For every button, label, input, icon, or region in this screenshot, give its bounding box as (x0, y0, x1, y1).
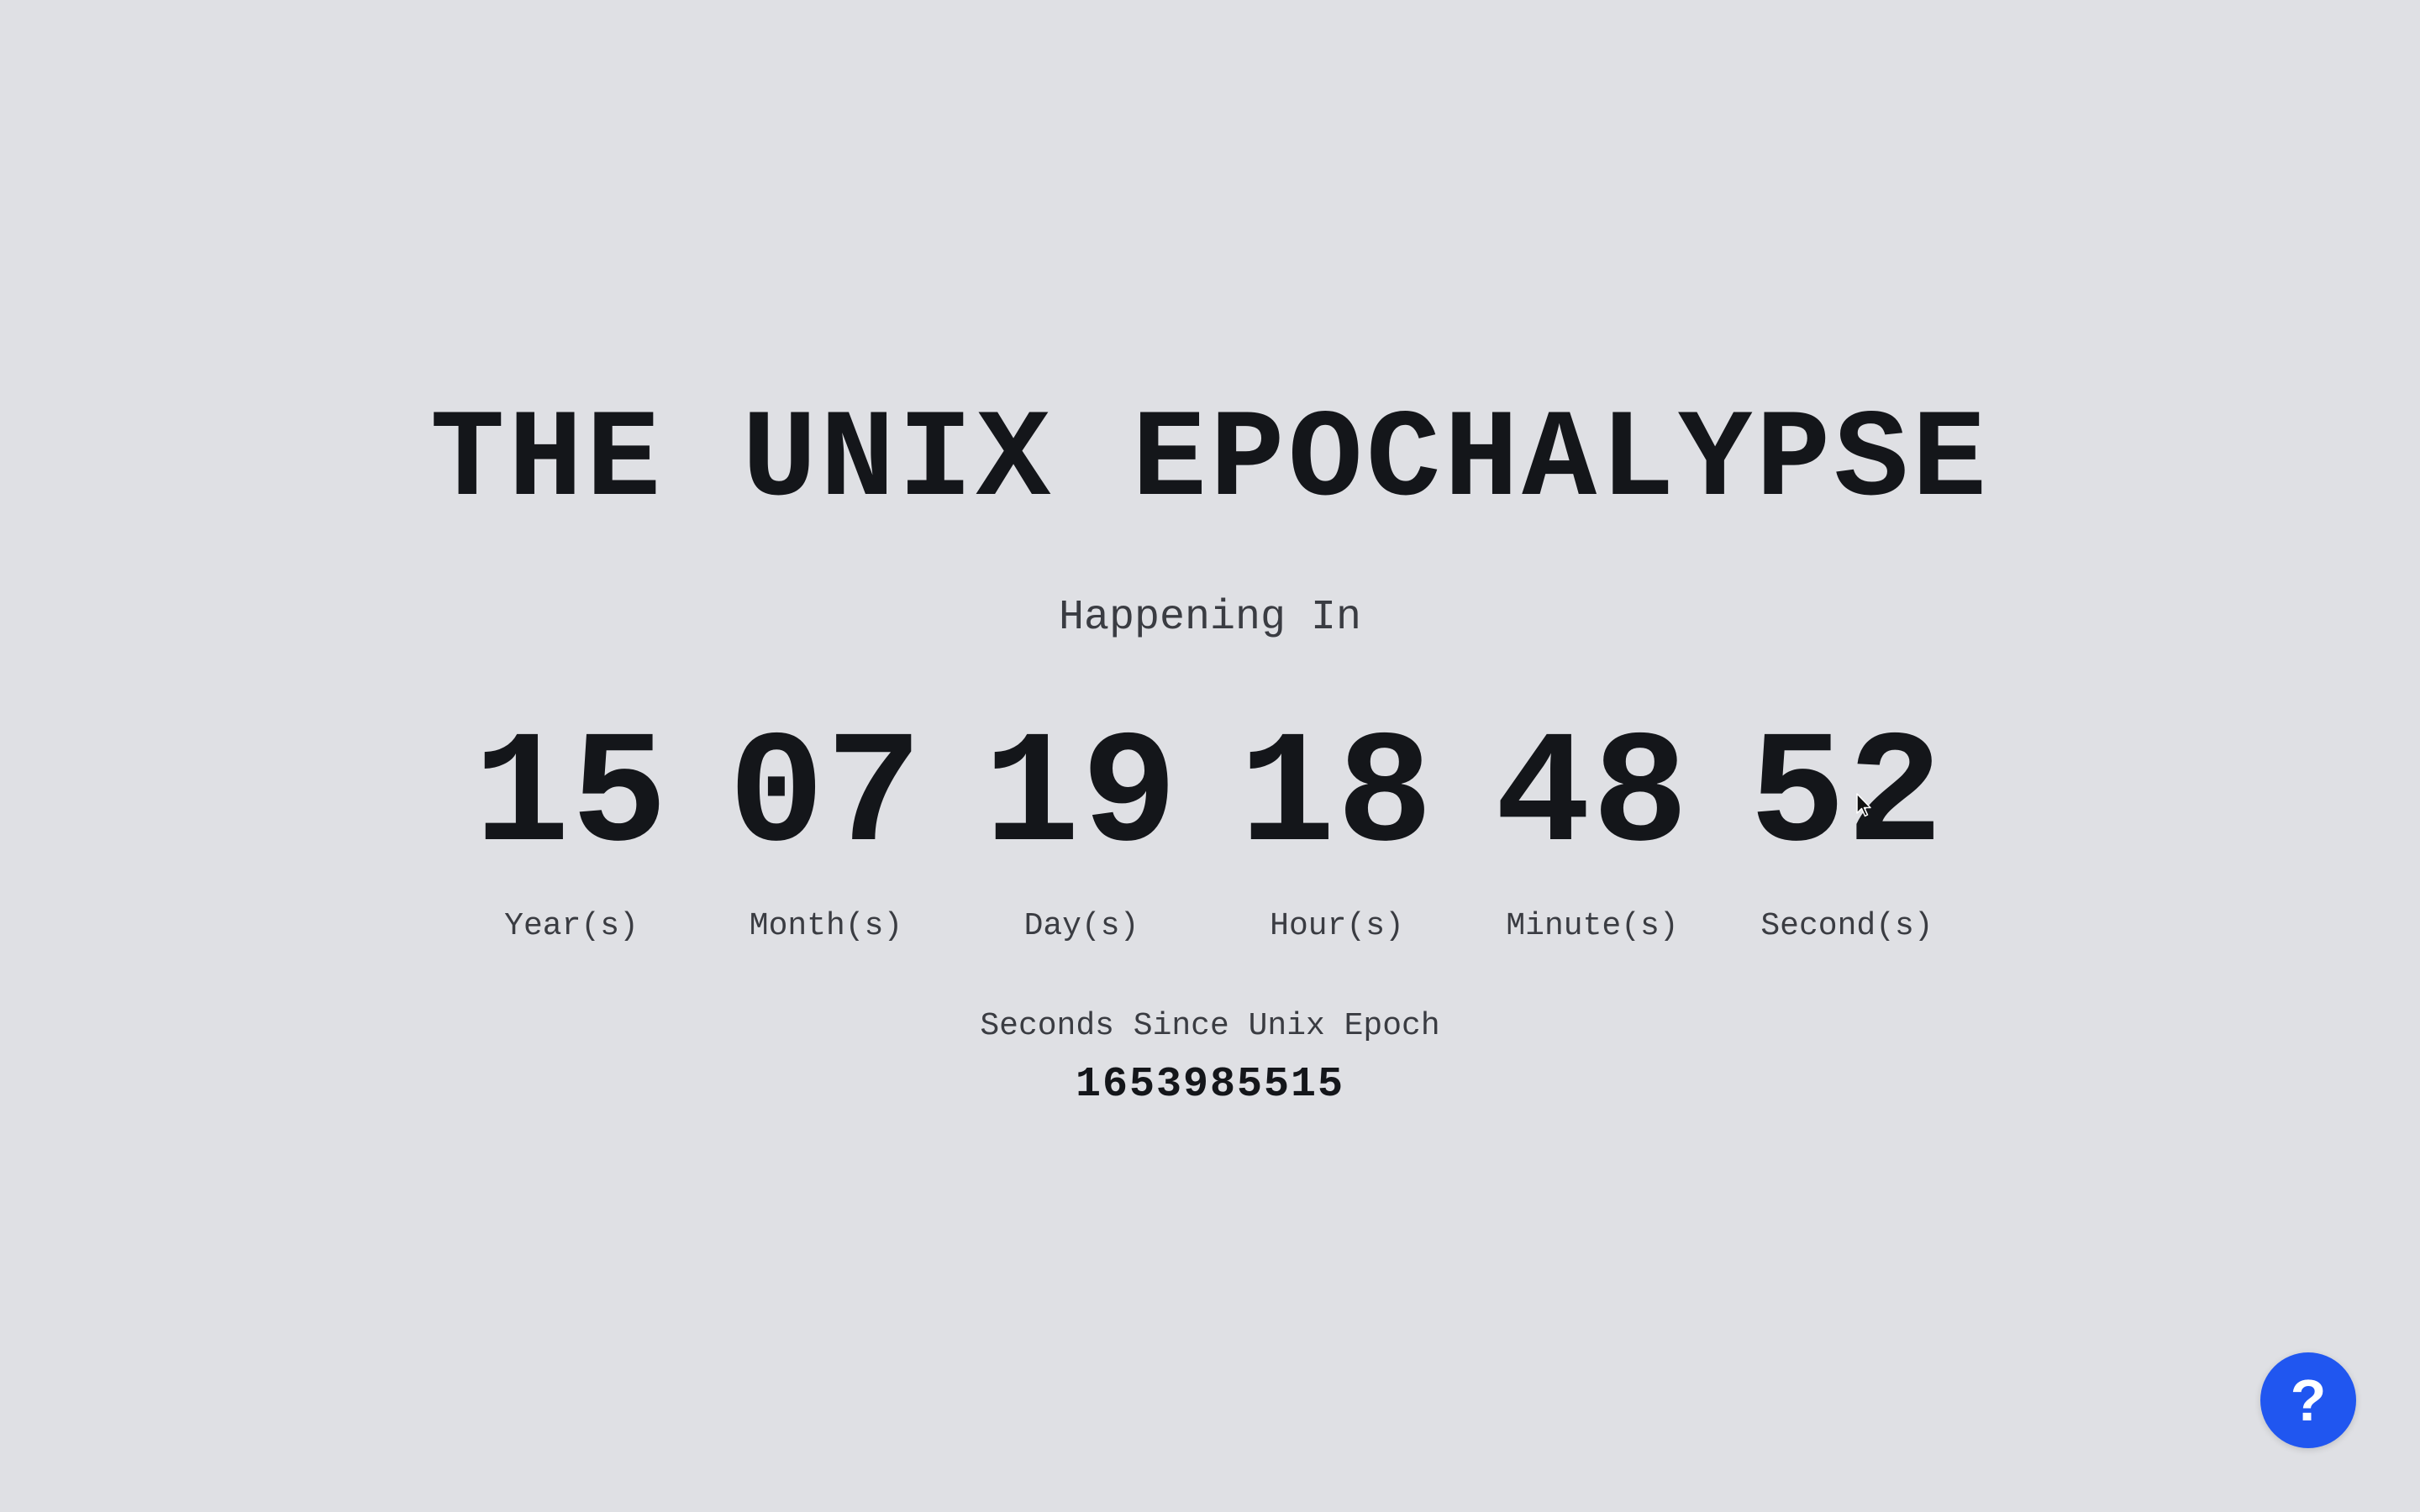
countdown-hours: 18 Hour(s) (1211, 718, 1463, 945)
years-label: Year(s) (504, 908, 639, 944)
hours-label: Hour(s) (1270, 908, 1404, 944)
minutes-value: 48 (1494, 707, 1691, 888)
months-value: 07 (728, 707, 924, 888)
countdown-months: 07 Month(s) (700, 718, 952, 945)
months-label: Month(s) (749, 908, 903, 944)
epoch-label: Seconds Since Unix Epoch (980, 1008, 1440, 1044)
countdown-minutes: 48 Minute(s) (1466, 718, 1718, 945)
countdown: 15 Year(s) 07 Month(s) 19 Day(s) 18 Hour… (0, 718, 2420, 945)
hours-value: 18 (1239, 707, 1435, 888)
page: THE UNIX EPOCHALYPSE Happening In 15 Yea… (0, 0, 2420, 1512)
days-value: 19 (983, 707, 1180, 888)
seconds-value: 52 (1749, 707, 1945, 888)
question-mark-icon: ? (2290, 1368, 2327, 1433)
subtitle: Happening In (1058, 594, 1362, 642)
seconds-label: Second(s) (1760, 908, 1933, 944)
epoch-value: 1653985515 (1075, 1061, 1345, 1109)
mouse-cursor-icon (1856, 793, 1871, 817)
days-label: Day(s) (1023, 908, 1139, 944)
countdown-days: 19 Day(s) (955, 718, 1207, 945)
help-button[interactable]: ? (2260, 1352, 2356, 1448)
page-title: THE UNIX EPOCHALYPSE (429, 391, 1991, 532)
minutes-label: Minute(s) (1506, 908, 1679, 944)
countdown-seconds: 52 Second(s) (1721, 718, 1973, 945)
years-value: 15 (473, 707, 670, 888)
countdown-years: 15 Year(s) (445, 718, 697, 945)
